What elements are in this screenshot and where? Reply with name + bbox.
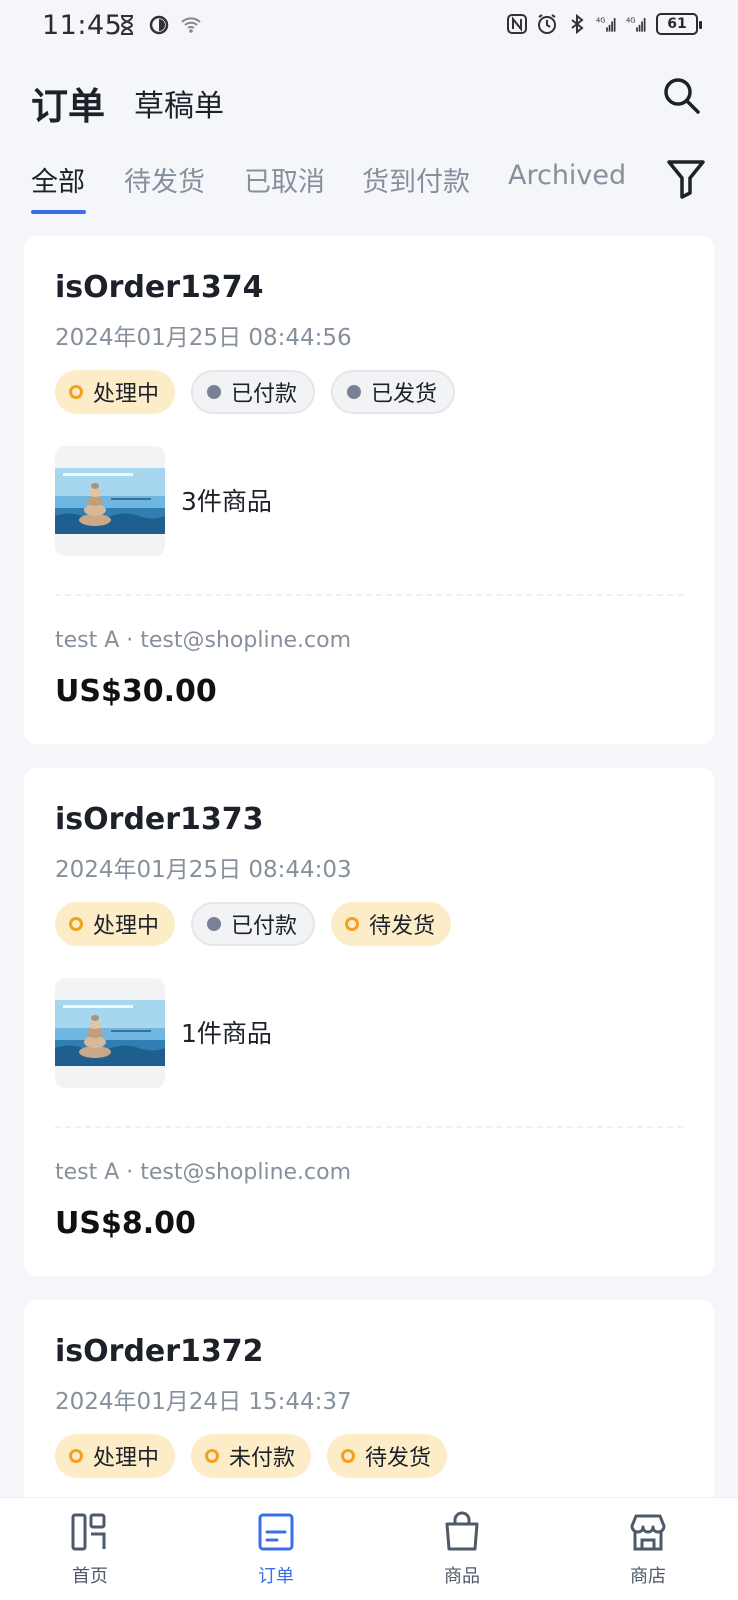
nav-orders[interactable]: 订单 bbox=[216, 1510, 336, 1588]
status-right-icons: 4G 4G 61 bbox=[506, 13, 702, 35]
tab-cancelled[interactable]: 已取消 bbox=[244, 160, 325, 199]
nav-home[interactable]: 首页 bbox=[30, 1510, 150, 1588]
status-badge: 处理中 bbox=[55, 902, 176, 946]
orders-icon bbox=[258, 1513, 294, 1551]
status-badge: 处理中 bbox=[55, 370, 176, 414]
order-total: US$8.00 bbox=[55, 1206, 196, 1241]
alarm-icon bbox=[538, 14, 556, 34]
status-badge: 未付款 bbox=[191, 1434, 312, 1478]
tab-cash-on-delivery[interactable]: 货到付款 bbox=[362, 160, 470, 199]
bottom-navigation: 首页 订单 商品 商店 bbox=[0, 1497, 738, 1600]
divider bbox=[55, 1126, 683, 1128]
customer-info: test A · test@shopline.com bbox=[55, 1160, 352, 1185]
order-date: 2024年01月25日 08:44:56 bbox=[55, 325, 352, 351]
battery-level: 61 bbox=[667, 16, 687, 32]
order-card[interactable]: isOrder1374 2024年01月25日 08:44:56 处理中 已付款… bbox=[24, 236, 714, 744]
nfc-icon bbox=[507, 14, 527, 34]
pending-dot-icon bbox=[205, 1449, 220, 1463]
order-number: isOrder1374 bbox=[55, 270, 264, 305]
stacked-stones-image bbox=[55, 1000, 165, 1066]
status-badges: 处理中 已付款 待发货 bbox=[55, 902, 452, 946]
svg-text:4G: 4G bbox=[626, 16, 636, 24]
header: 订单 草稿单 bbox=[0, 60, 738, 140]
store-icon bbox=[630, 1514, 666, 1551]
order-number: isOrder1373 bbox=[55, 802, 264, 837]
status-badge: 待发货 bbox=[327, 1434, 448, 1478]
bluetooth-icon bbox=[571, 13, 584, 35]
orders-screen: 11:45 4G 4G 61 订单 草稿单 全部 待发货 已取消 货到付款 Ar… bbox=[0, 0, 738, 1600]
status-badge: 已发货 bbox=[331, 370, 456, 414]
status-badge: 已付款 bbox=[191, 902, 316, 946]
tab-archived[interactable]: Archived bbox=[508, 160, 626, 191]
order-date: 2024年01月24日 15:44:37 bbox=[55, 1389, 352, 1415]
svg-text:4G: 4G bbox=[596, 16, 606, 24]
search-icon[interactable] bbox=[660, 74, 704, 118]
divider bbox=[55, 594, 683, 596]
pending-dot-icon bbox=[345, 917, 360, 931]
status-left-icons bbox=[116, 14, 202, 36]
wifi-icon bbox=[181, 17, 201, 33]
filter-icon[interactable] bbox=[664, 156, 708, 200]
customer-info: test A · test@shopline.com bbox=[55, 628, 352, 653]
status-badges: 处理中 已付款 已发货 bbox=[55, 370, 456, 414]
pending-dot-icon bbox=[341, 1449, 356, 1463]
done-dot-icon bbox=[347, 385, 362, 399]
stacked-stones-image bbox=[55, 468, 165, 534]
drafts-link[interactable]: 草稿单 bbox=[134, 81, 224, 125]
home-icon bbox=[71, 1513, 106, 1551]
status-badge: 处理中 bbox=[55, 1434, 176, 1478]
tab-to-ship[interactable]: 待发货 bbox=[124, 160, 205, 199]
product-thumbnail bbox=[55, 978, 165, 1088]
nav-store[interactable]: 商店 bbox=[588, 1510, 708, 1588]
status-badge: 已付款 bbox=[191, 370, 316, 414]
done-dot-icon bbox=[207, 385, 222, 399]
item-count: 3件商品 bbox=[181, 487, 272, 516]
signal-4g-icon-2: 4G bbox=[626, 16, 646, 32]
item-count: 1件商品 bbox=[181, 1019, 272, 1048]
status-bar: 11:45 4G 4G 61 bbox=[0, 0, 738, 52]
product-thumbnail bbox=[55, 446, 165, 556]
signal-4g-icon: 4G bbox=[596, 16, 616, 32]
pending-dot-icon bbox=[69, 1449, 83, 1463]
order-card[interactable]: isOrder1373 2024年01月25日 08:44:03 处理中 已付款… bbox=[24, 768, 714, 1276]
app-notification-icon bbox=[149, 15, 169, 35]
done-dot-icon bbox=[207, 917, 222, 931]
pending-dot-icon bbox=[69, 917, 83, 931]
tab-all[interactable]: 全部 bbox=[31, 160, 85, 199]
status-badges: 处理中 未付款 待发货 bbox=[55, 1434, 448, 1478]
page-title: 订单 bbox=[31, 85, 105, 128]
order-date: 2024年01月25日 08:44:03 bbox=[55, 857, 352, 883]
nav-products[interactable]: 商品 bbox=[402, 1510, 522, 1588]
bag-icon bbox=[445, 1511, 479, 1551]
status-badge: 待发货 bbox=[331, 902, 452, 946]
status-time: 11:45 bbox=[42, 10, 123, 41]
hourglass-icon bbox=[120, 15, 134, 35]
order-number: isOrder1372 bbox=[55, 1334, 264, 1369]
pending-dot-icon bbox=[69, 385, 83, 399]
active-tab-indicator bbox=[31, 210, 86, 214]
order-status-tabs: 全部 待发货 已取消 货到付款 Archived bbox=[0, 150, 738, 220]
order-total: US$30.00 bbox=[55, 674, 217, 709]
battery-indicator: 61 bbox=[656, 13, 702, 35]
